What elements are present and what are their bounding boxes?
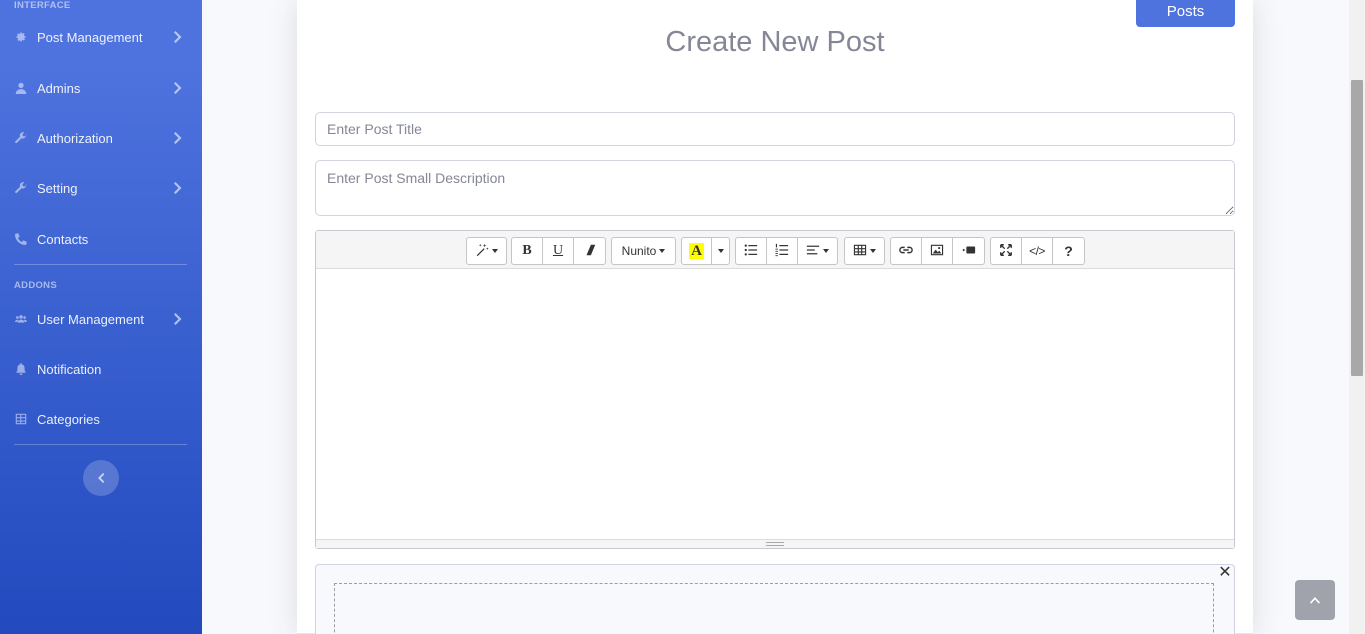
page-scrollbar[interactable] <box>1349 0 1365 634</box>
chevron-left-icon <box>98 473 105 483</box>
font-family-label: Nunito <box>621 244 657 258</box>
unordered-list-button[interactable] <box>735 237 767 265</box>
bold-icon: B <box>522 243 532 258</box>
chevron-right-icon <box>174 313 182 325</box>
sidebar-toggle-button[interactable] <box>83 460 119 496</box>
sidebar-item-label: Categories <box>37 411 100 427</box>
sidebar-item-label: Authorization <box>37 130 113 146</box>
bell-icon <box>15 362 31 376</box>
sidebar-item-categories[interactable]: Categories <box>0 399 202 439</box>
color-dropdown-button[interactable] <box>711 237 730 265</box>
style-dropdown-button[interactable] <box>466 237 507 265</box>
bold-button[interactable]: B <box>511 237 543 265</box>
sidebar-item-notification[interactable]: Notification <box>0 349 202 389</box>
help-button[interactable]: ? <box>1052 237 1085 265</box>
grip-icon <box>766 542 784 546</box>
chevron-down-icon <box>717 249 724 253</box>
wrench-icon <box>15 181 31 195</box>
posts-button[interactable]: Posts <box>1136 0 1235 27</box>
users-icon <box>15 312 31 326</box>
wrench-icon <box>15 131 31 145</box>
sidebar-item-setting[interactable]: Setting <box>0 168 202 208</box>
create-post-card: Posts Create New Post B U Nunito A <box>297 0 1253 634</box>
text-color-button[interactable]: A <box>681 237 712 265</box>
scroll-to-top-button[interactable] <box>1295 580 1335 620</box>
sidebar-item-authorization[interactable]: Authorization <box>0 118 202 158</box>
phone-icon <box>15 232 31 246</box>
sidebar-item-user-management[interactable]: User Management <box>0 299 202 339</box>
eraser-icon <box>583 243 597 260</box>
chevron-right-icon <box>174 132 182 144</box>
color-icon: A <box>689 243 704 259</box>
link-icon <box>899 243 913 260</box>
editor-resize-handle[interactable] <box>316 539 1234 548</box>
table-icon <box>853 243 867 260</box>
code-view-button[interactable]: </> <box>1021 237 1053 265</box>
font-family-dropdown[interactable]: Nunito <box>611 237 676 265</box>
sidebar-item-label: Notification <box>37 361 102 377</box>
align-icon <box>806 243 820 260</box>
insert-picture-button[interactable] <box>921 237 953 265</box>
sidebar-item-label: Contacts <box>37 231 89 247</box>
close-icon[interactable]: ✕ <box>1217 564 1233 581</box>
sidebar-item-label: Post Management <box>37 29 143 45</box>
gear-icon <box>15 30 31 44</box>
unordered-list-icon <box>744 243 758 260</box>
chevron-right-icon <box>174 82 182 94</box>
sidebar-heading-addons: ADDONS <box>14 280 57 291</box>
chevron-up-icon <box>1310 597 1320 604</box>
insert-link-button[interactable] <box>890 237 922 265</box>
rich-text-editor: B U Nunito A </> ? <box>315 230 1235 549</box>
scrollbar-thumb[interactable] <box>1351 80 1363 376</box>
underline-button[interactable]: U <box>542 237 574 265</box>
sidebar-item-label: Setting <box>37 180 78 196</box>
code-view-icon: </> <box>1029 244 1045 258</box>
image-upload-panel: ✕ <box>315 564 1235 634</box>
underline-icon: U <box>552 243 564 258</box>
editor-toolbar: B U Nunito A </> ? <box>316 231 1234 269</box>
image-dropzone[interactable] <box>334 583 1214 634</box>
sidebar-item-label: User Management <box>37 311 144 327</box>
fullscreen-icon <box>999 243 1013 260</box>
insert-video-button[interactable] <box>952 237 985 265</box>
sidebar-divider <box>14 444 187 445</box>
ordered-list-icon <box>775 243 789 260</box>
post-description-input[interactable] <box>315 160 1235 216</box>
page-title: Create New Post <box>665 26 885 58</box>
help-icon: ? <box>1064 243 1073 259</box>
chevron-right-icon <box>174 31 182 43</box>
sidebar-item-admins[interactable]: Admins <box>0 68 202 108</box>
fullscreen-button[interactable] <box>990 237 1022 265</box>
sidebar-item-label: Admins <box>37 80 81 96</box>
paragraph-align-dropdown[interactable] <box>797 237 838 265</box>
sidebar: INTERFACE Post Management Admins Authori… <box>0 0 202 634</box>
user-icon <box>15 81 31 95</box>
post-title-input[interactable] <box>315 112 1235 146</box>
picture-icon <box>930 243 944 260</box>
sidebar-heading-interface: INTERFACE <box>14 0 71 11</box>
sidebar-item-contacts[interactable]: Contacts <box>0 219 202 259</box>
chevron-right-icon <box>174 182 182 194</box>
table-icon <box>15 412 31 426</box>
clear-format-button[interactable] <box>573 237 606 265</box>
magic-icon <box>475 243 489 260</box>
editor-content-area[interactable] <box>316 270 1234 540</box>
table-dropdown-button[interactable] <box>844 237 885 265</box>
ordered-list-button[interactable] <box>766 237 798 265</box>
sidebar-item-post-management[interactable]: Post Management <box>0 17 202 57</box>
sidebar-divider <box>14 264 187 265</box>
video-icon <box>962 243 976 260</box>
